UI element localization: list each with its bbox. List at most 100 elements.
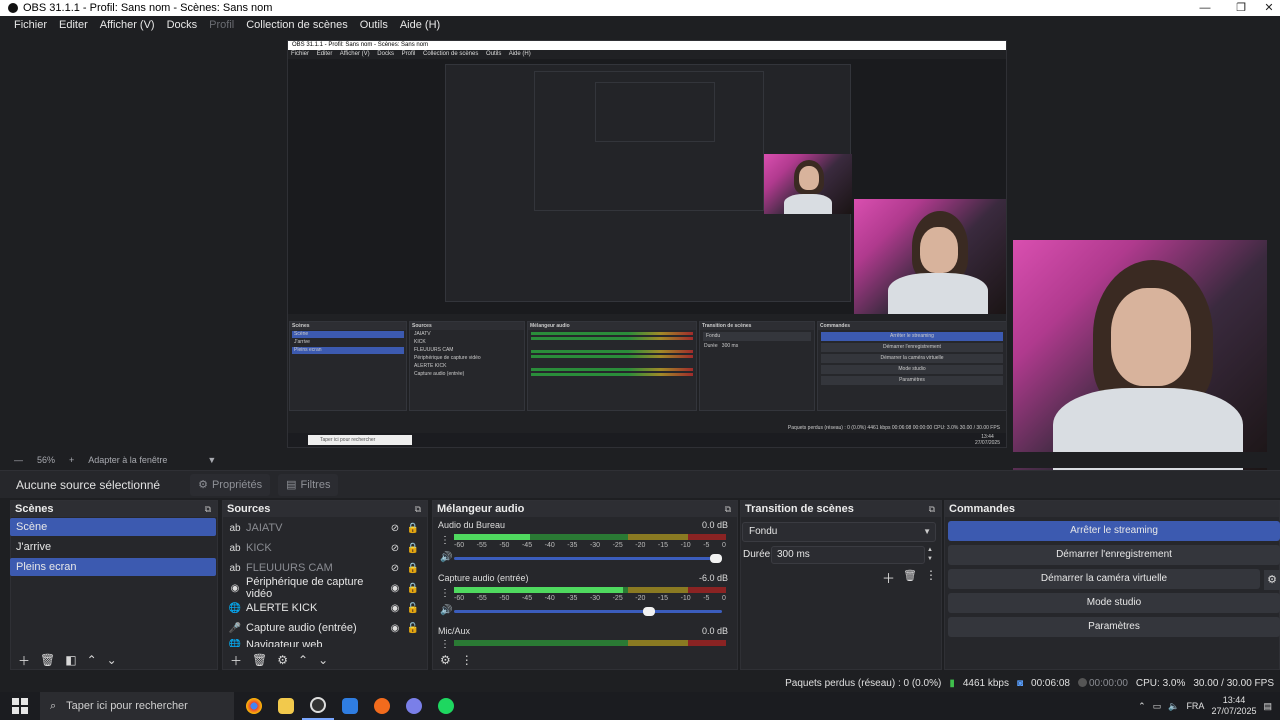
record-icon xyxy=(1077,678,1087,688)
virtual-camera-settings-icon[interactable]: ⚙ xyxy=(1264,570,1280,590)
settings-button[interactable]: Paramètres xyxy=(948,617,1280,637)
menu-fichier[interactable]: Fichier xyxy=(8,19,53,31)
notification-icon[interactable]: ▤ xyxy=(1263,701,1272,712)
lock-icon[interactable]: 🔒 xyxy=(406,563,420,574)
volume-slider[interactable] xyxy=(454,554,722,563)
network-icon[interactable]: ▭ xyxy=(1153,701,1162,712)
captured-duree-val: 300 ms xyxy=(721,343,739,349)
channel-menu-icon[interactable]: ⋮ xyxy=(440,588,450,599)
scene-item-scene[interactable]: Scène xyxy=(10,518,216,536)
eye-icon[interactable]: ◉ xyxy=(388,583,402,594)
popout-icon[interactable]: ⧉ xyxy=(725,504,731,515)
remove-source-icon[interactable]: 🗑 xyxy=(252,653,267,667)
mixer-toolbar: ⚙ ⋮ xyxy=(432,652,473,668)
chevron-down-icon[interactable]: ▼ xyxy=(207,455,216,465)
duration-spinner[interactable]: ▲ ▼ xyxy=(924,546,936,564)
menu-aide[interactable]: Aide (H) xyxy=(394,19,446,31)
transition-menu-icon[interactable]: ⋮ xyxy=(925,568,937,582)
menu-collection-scenes[interactable]: Collection de scènes xyxy=(240,19,354,31)
remove-transition-icon[interactable]: 🗑 xyxy=(903,569,917,582)
start-recording-button[interactable]: Démarrer l'enregistrement xyxy=(948,545,1280,565)
minimize-button[interactable]: — xyxy=(1190,0,1220,16)
captured-command: Mode studio xyxy=(821,365,1003,374)
language-indicator[interactable]: FRA xyxy=(1186,701,1204,711)
spotify-icon[interactable] xyxy=(430,692,462,720)
menu-outils[interactable]: Outils xyxy=(354,19,394,31)
discord-icon[interactable] xyxy=(398,692,430,720)
volume-slider[interactable] xyxy=(454,607,722,616)
menu-afficher[interactable]: Afficher (V) xyxy=(94,19,161,31)
unlock-icon[interactable]: 🔓 xyxy=(406,623,420,634)
eye-hidden-icon[interactable]: ⊘ xyxy=(388,563,402,574)
scene-filter-icon[interactable]: ◧ xyxy=(65,653,76,667)
scene-item-pleins-ecran[interactable]: Pleins ecran xyxy=(10,558,216,576)
volume-knob[interactable] xyxy=(710,554,722,563)
restore-button[interactable]: ❐ xyxy=(1226,0,1256,16)
popout-icon[interactable]: ⧉ xyxy=(205,504,211,515)
source-item[interactable]: ab FLEUUURS CAM ⊘ 🔒 xyxy=(224,559,420,577)
stop-streaming-button[interactable]: Arrêter le streaming xyxy=(948,521,1280,541)
eye-icon[interactable]: ◉ xyxy=(388,623,402,634)
add-source-icon[interactable]: ＋ xyxy=(230,652,242,669)
source-item[interactable]: 🌐 Navigateur web xyxy=(224,639,420,647)
source-item[interactable]: 🎤 Capture audio (entrée) ◉ 🔓 xyxy=(224,619,420,637)
explorer-icon[interactable] xyxy=(270,692,302,720)
taskbar-clock[interactable]: 13:44 27/07/2025 xyxy=(1211,695,1256,717)
mixer-menu-icon[interactable]: ⋮ xyxy=(461,653,473,667)
menu-docks[interactable]: Docks xyxy=(161,19,204,31)
eye-hidden-icon[interactable]: ⊘ xyxy=(388,543,402,554)
scene-item-jarrive[interactable]: J'arrive xyxy=(10,538,216,556)
obs-icon[interactable] xyxy=(302,692,334,720)
chevron-up-icon[interactable]: ⌃ xyxy=(1138,701,1146,712)
speaker-icon[interactable]: 🔊 xyxy=(440,605,452,616)
meter-tick-label: -10 xyxy=(680,542,691,549)
preview-canvas[interactable]: OBS 31.1.1 - Profil: Sans nom - Scènes: … xyxy=(0,34,1280,476)
popout-icon[interactable]: ⧉ xyxy=(929,504,935,515)
menu-profil[interactable]: Profil xyxy=(203,19,240,31)
properties-button[interactable]: ⚙ Propriétés xyxy=(190,473,271,496)
source-item[interactable]: ◉ Périphérique de capture vidéo ◉ 🔒 xyxy=(224,576,420,600)
channel-name: Mic/Aux xyxy=(438,626,471,636)
zoom-in-button[interactable]: + xyxy=(69,455,74,465)
source-item[interactable]: 🌐 ALERTE KICK ◉ 🔓 xyxy=(224,599,420,617)
zoom-out-button[interactable]: — xyxy=(14,455,23,465)
windows-start-icon[interactable] xyxy=(0,692,40,720)
chrome-icon[interactable] xyxy=(238,692,270,720)
channel-menu-icon[interactable]: ⋮ xyxy=(440,639,450,650)
add-scene-icon[interactable]: ＋ xyxy=(18,652,30,669)
source-settings-icon[interactable]: ⚙ xyxy=(277,653,288,667)
popout-icon[interactable]: ⧉ xyxy=(415,504,421,515)
webcam-feed-large[interactable] xyxy=(1013,240,1267,476)
store-icon[interactable] xyxy=(334,692,366,720)
lock-icon[interactable]: 🔒 xyxy=(406,543,420,554)
volume-icon[interactable]: 🔈 xyxy=(1168,701,1179,712)
volume-knob[interactable] xyxy=(643,607,655,616)
lock-icon[interactable]: 🔒 xyxy=(406,583,420,594)
mixer-settings-icon[interactable]: ⚙ xyxy=(440,653,451,667)
unlock-icon[interactable]: 🔓 xyxy=(406,603,420,614)
filters-button[interactable]: ▤ Filtres xyxy=(278,473,339,496)
move-up-icon[interactable]: ⌃ xyxy=(87,653,97,667)
move-down-icon[interactable]: ⌄ xyxy=(107,653,117,667)
move-up-icon[interactable]: ⌃ xyxy=(298,653,308,667)
speaker-icon[interactable]: 🔊 xyxy=(440,552,452,563)
captured-menu: Fichier Editer Afficher (V) Docks Profil… xyxy=(288,50,1006,59)
source-item[interactable]: ab JAIATV ⊘ 🔒 xyxy=(224,519,420,537)
origin-icon[interactable] xyxy=(366,692,398,720)
eye-hidden-icon[interactable]: ⊘ xyxy=(388,523,402,534)
channel-menu-icon[interactable]: ⋮ xyxy=(440,535,450,546)
source-item[interactable]: ab KICK ⊘ 🔒 xyxy=(224,539,420,557)
taskbar-search[interactable]: ⌕ Taper ici pour rechercher xyxy=(40,692,234,720)
close-button[interactable]: ✕ xyxy=(1254,0,1280,16)
studio-mode-button[interactable]: Mode studio xyxy=(948,593,1280,613)
duration-input[interactable]: 300 ms xyxy=(771,546,925,564)
start-virtual-camera-button[interactable]: Démarrer la caméra virtuelle xyxy=(948,569,1260,589)
menu-editer[interactable]: Editer xyxy=(53,19,94,31)
move-down-icon[interactable]: ⌄ xyxy=(318,653,328,667)
remove-scene-icon[interactable]: 🗑 xyxy=(40,653,55,667)
transition-select[interactable]: Fondu ▼ xyxy=(742,522,936,542)
add-transition-icon[interactable]: ＋ xyxy=(882,568,895,587)
zoom-fit-select[interactable]: Adapter à la fenêtre xyxy=(88,455,167,465)
eye-icon[interactable]: ◉ xyxy=(388,603,402,614)
lock-icon[interactable]: 🔒 xyxy=(406,523,420,534)
